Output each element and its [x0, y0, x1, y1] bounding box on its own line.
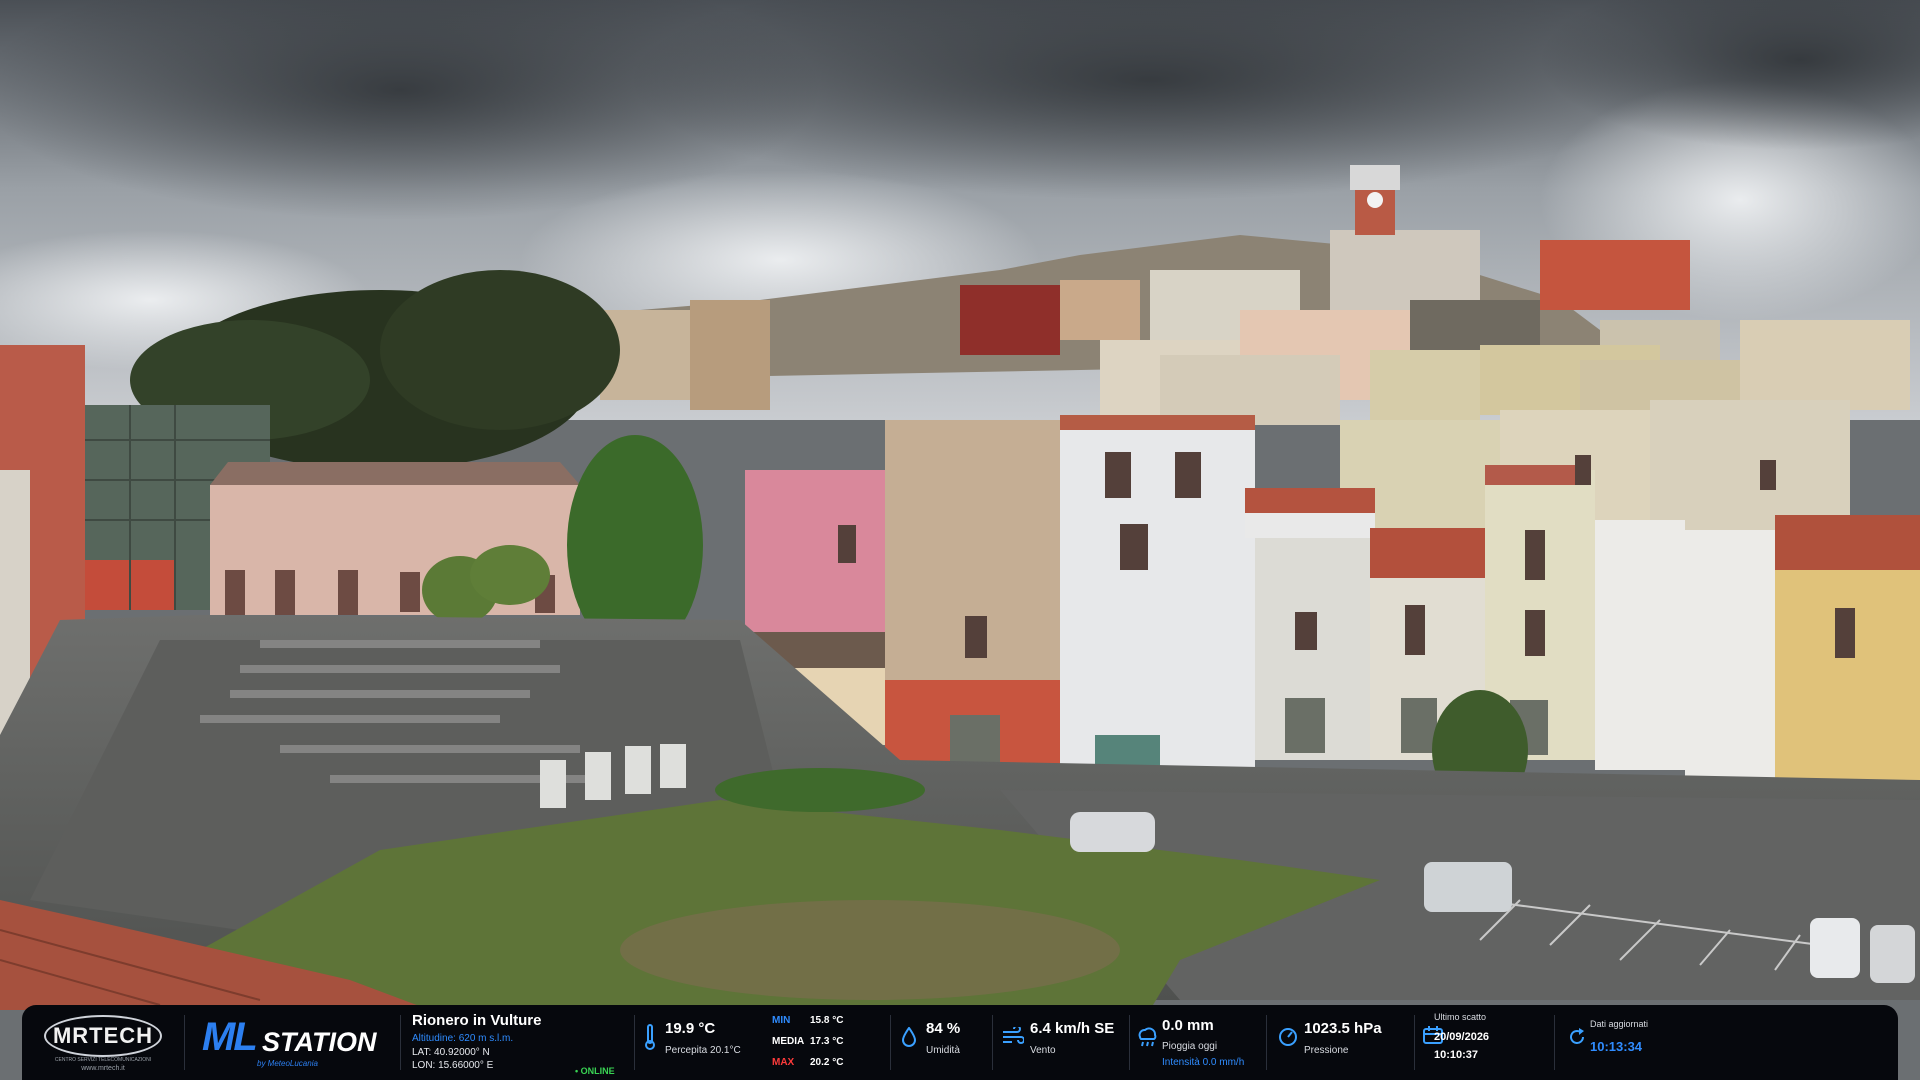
- mlstation-logo-station: STATION: [262, 1027, 377, 1057]
- gauge-icon: [1278, 1027, 1298, 1052]
- pressure-value: 1023.5 hPa: [1304, 1020, 1382, 1037]
- mrtech-logo: MRTECH: [44, 1015, 162, 1057]
- temp-avg-value: 17.3 °C: [810, 1036, 844, 1047]
- humidity-value: 84 %: [926, 1020, 961, 1037]
- last-shot-label: Ultimo scatto: [1434, 1012, 1487, 1022]
- updated-label: Dati aggiornati: [1590, 1019, 1649, 1029]
- mlstation-by: by MeteoLucania: [257, 1059, 318, 1068]
- temp-max-value: 20.2 °C: [810, 1057, 844, 1068]
- mlstation-logo-ml: ML: [202, 1015, 258, 1059]
- temp-max-label: MAX: [772, 1057, 795, 1068]
- temp-min-value: 15.8 °C: [810, 1015, 844, 1026]
- temp-min-label: MIN: [772, 1015, 791, 1026]
- mrtech-url: www.mrtech.it: [81, 1065, 125, 1072]
- updated-time: 10:13:34: [1590, 1039, 1643, 1054]
- last-shot-time: 10:10:37: [1434, 1049, 1479, 1061]
- wind-value: 6.4 km/h SE: [1030, 1020, 1115, 1037]
- online-status: • ONLINE: [575, 1066, 615, 1076]
- location-altitude: Altitudine: 620 m s.l.m.: [412, 1033, 514, 1044]
- last-shot-date: 20/09/2026: [1434, 1031, 1490, 1043]
- mrtech-subtitle: CENTRO SERVIZI TELECOMUNICAZIONI: [54, 1057, 152, 1063]
- rain-cloud-icon: [1136, 1027, 1158, 1052]
- humidity-label: Umidità: [926, 1045, 960, 1056]
- refresh-icon: [1567, 1027, 1587, 1052]
- droplet-icon: [901, 1026, 917, 1052]
- rain-intensity: Intensità 0.0 mm/h: [1162, 1057, 1245, 1068]
- location-lon: LON: 15.66000° E: [412, 1060, 494, 1071]
- location-name: Rionero in Vulture: [412, 1012, 542, 1029]
- weather-info-bar: MRTECH CENTRO SERVIZI TELECOMUNICAZIONI …: [22, 1005, 1898, 1080]
- rain-label: Pioggia oggi: [1162, 1041, 1218, 1052]
- temperature-feels-like: Percepita 20.1°C: [665, 1045, 741, 1056]
- rain-value: 0.0 mm: [1162, 1017, 1214, 1034]
- pressure-label: Pressione: [1304, 1045, 1349, 1056]
- location-lat: LAT: 40.92000° N: [412, 1047, 490, 1058]
- temperature-value: 19.9 °C: [665, 1020, 716, 1037]
- thermometer-icon: [642, 1023, 658, 1056]
- webcam-image: [0, 0, 1920, 1080]
- temp-avg-label: MEDIA: [772, 1036, 805, 1047]
- wind-label: Vento: [1030, 1045, 1056, 1056]
- wind-icon: [1002, 1025, 1025, 1050]
